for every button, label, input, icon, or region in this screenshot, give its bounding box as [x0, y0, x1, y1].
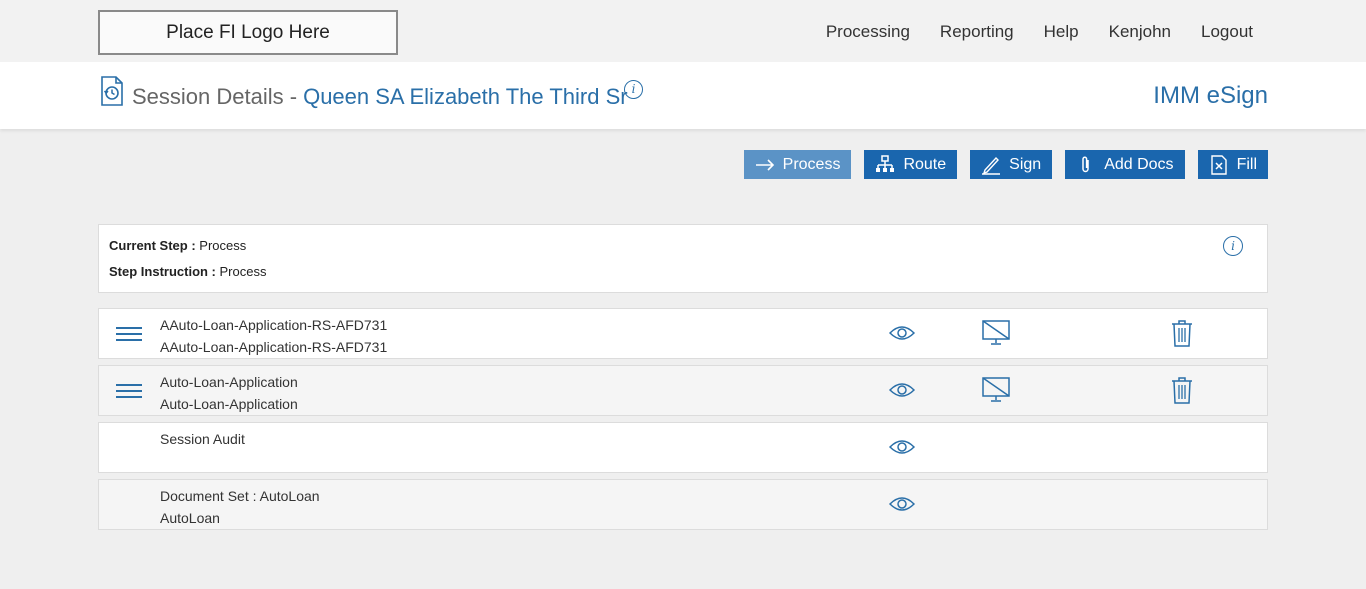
- nav-reporting[interactable]: Reporting: [940, 22, 1014, 42]
- pen-icon: [982, 156, 1001, 175]
- document-row: Auto-Loan-Application Auto-Loan-Applicat…: [98, 365, 1268, 416]
- arrow-right-icon: [755, 158, 774, 171]
- document-subtitle: AAuto-Loan-Application-RS-AFD731: [160, 339, 388, 355]
- page-title-prefix: Session Details -: [132, 84, 298, 109]
- sign-button[interactable]: Sign: [970, 150, 1053, 179]
- add-docs-button-label: Add Docs: [1104, 155, 1174, 173]
- nav-help[interactable]: Help: [1044, 22, 1079, 42]
- page-title: Session Details - Queen SA Elizabeth The …: [132, 84, 628, 110]
- nav-processing[interactable]: Processing: [826, 22, 910, 42]
- document-subtitle: AutoLoan: [160, 510, 220, 526]
- add-docs-button[interactable]: Add Docs: [1065, 150, 1185, 179]
- document-name: Document Set : AutoLoan: [160, 488, 320, 504]
- document-name: Auto-Loan-Application: [160, 374, 298, 390]
- sign-button-label: Sign: [1009, 155, 1042, 173]
- document-name: AAuto-Loan-Application-RS-AFD731: [160, 317, 388, 333]
- top-bar: Place FI Logo Here Processing Reporting …: [0, 0, 1366, 62]
- session-history-icon: [101, 76, 123, 106]
- view-eye-icon[interactable]: [889, 495, 915, 513]
- step-instruction-value: Process: [219, 264, 267, 279]
- current-step: Current Step : Process: [109, 238, 246, 253]
- fill-button-label: Fill: [1236, 155, 1257, 173]
- drag-handle-icon[interactable]: [116, 325, 142, 343]
- no-display-icon[interactable]: [982, 320, 1010, 346]
- document-subtitle: Auto-Loan-Application: [160, 396, 298, 412]
- drag-handle-icon[interactable]: [116, 382, 142, 400]
- action-toolbar: Process Route Sign Add Docs Fill: [743, 150, 1268, 179]
- step-instruction-label: Step Instruction :: [109, 264, 216, 279]
- current-step-value: Process: [199, 238, 247, 253]
- form-fill-icon: [1210, 154, 1227, 175]
- view-eye-icon[interactable]: [889, 381, 915, 399]
- step-instruction: Step Instruction : Process: [109, 264, 266, 279]
- view-eye-icon[interactable]: [889, 438, 915, 456]
- delete-trash-icon[interactable]: [1170, 376, 1194, 404]
- session-header: Session Details - Queen SA Elizabeth The …: [0, 62, 1366, 129]
- route-button[interactable]: Route: [864, 150, 958, 179]
- session-customer-name: Queen SA Elizabeth The Third Sr: [303, 84, 628, 109]
- step-info-icon[interactable]: i: [1223, 236, 1243, 256]
- current-step-label: Current Step :: [109, 238, 196, 253]
- process-button[interactable]: Process: [743, 150, 852, 179]
- logo-placeholder: Place FI Logo Here: [98, 10, 398, 55]
- no-display-icon[interactable]: [982, 377, 1010, 403]
- document-row: Document Set : AutoLoan AutoLoan: [98, 479, 1268, 530]
- nav-logout[interactable]: Logout: [1201, 22, 1253, 42]
- route-button-label: Route: [903, 155, 947, 173]
- delete-trash-icon[interactable]: [1170, 319, 1194, 347]
- brand-name: IMM eSign: [1153, 82, 1268, 109]
- session-info-icon[interactable]: i: [624, 80, 643, 99]
- document-row: Session Audit: [98, 422, 1268, 473]
- process-button-label: Process: [782, 155, 841, 173]
- step-panel: Current Step : Process Step Instruction …: [98, 224, 1268, 293]
- fill-button[interactable]: Fill: [1197, 150, 1268, 179]
- document-row: AAuto-Loan-Application-RS-AFD731 AAuto-L…: [98, 308, 1268, 359]
- top-nav: Processing Reporting Help Kenjohn Logout: [826, 22, 1253, 42]
- nav-user[interactable]: Kenjohn: [1109, 22, 1171, 42]
- view-eye-icon[interactable]: [889, 324, 915, 342]
- network-icon: [876, 154, 895, 172]
- paperclip-icon: [1082, 155, 1089, 172]
- document-name: Session Audit: [160, 431, 245, 447]
